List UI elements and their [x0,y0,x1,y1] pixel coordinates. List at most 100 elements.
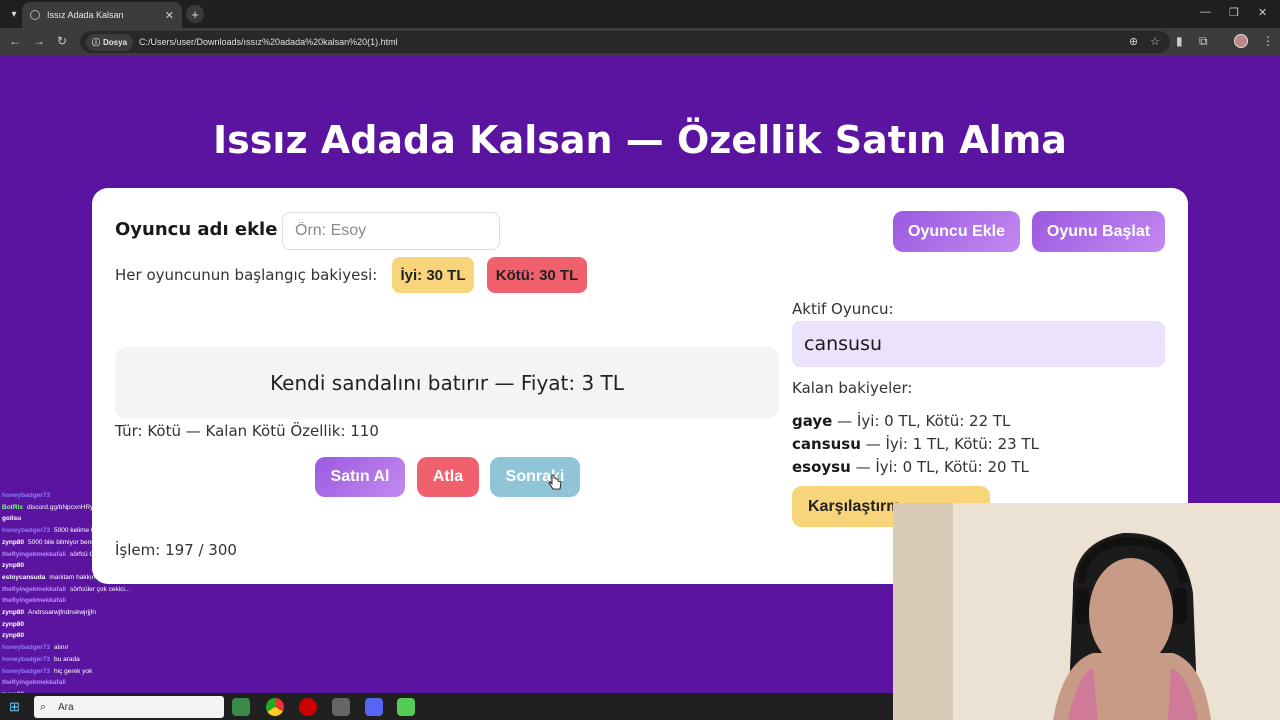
active-player-label: Aktif Oyuncu: [792,300,894,318]
chat-username: honeybadger73 [2,667,51,675]
active-player-name: cansusu [804,333,883,355]
chat-username: theflyingekmekkafali [2,597,66,605]
taskview-icon[interactable] [232,698,250,716]
chat-username: BotRix [2,503,23,511]
maximize-icon[interactable]: ❐ [1229,6,1239,19]
skip-button[interactable]: Atla [417,457,479,497]
balance-player-name: cansusu [792,435,861,453]
balance-row: gaye — İyi: 0 TL, Kötü: 22 TL [792,410,1039,433]
chat-text: manitam hakkında sözgün konuşun maymunsı… [49,573,188,581]
balance-detail: — İyi: 0 TL, Kötü: 20 TL [850,458,1029,476]
bad-balance-badge: Kötü: 30 TL [487,257,587,293]
taskbar-search[interactable]: ⌕ Ara [34,696,224,718]
chat-message: theflyingekmekkafali [2,595,222,607]
chat-username: zynp80 [2,620,25,628]
webcam-overlay [893,503,1280,720]
chat-username: golisu [2,515,22,523]
tab-close-icon[interactable]: ✕ [165,9,174,22]
chat-username: estoycansuda [2,573,46,581]
buy-button[interactable]: Satın Al [315,457,405,497]
next-button[interactable]: Sonraki [490,457,580,497]
streaming-app-icon[interactable] [397,698,415,716]
reload-icon[interactable]: ↻ [57,34,67,48]
chat-username: honeybadger73 [2,527,51,535]
back-arrow-icon[interactable]: ← [9,34,21,48]
player-name-input[interactable] [282,212,500,250]
chat-username: honeybadger73 [2,644,51,652]
chat-text: discord.gg/bNpcxnHRyg [26,503,98,511]
chat-username: theflyingekmekkafali [2,585,66,593]
chat-username: honeybadger73 [2,492,51,499]
chrome-icon[interactable] [266,698,284,716]
chat-text: alınır [54,644,69,652]
opera-icon[interactable] [299,698,317,716]
chat-text: hiç gerek yok [54,667,93,675]
webcam-person-image [893,503,1280,720]
chat-message: honeybadger73 alınır [2,642,222,654]
bookmark-star-icon[interactable]: ☆ [1150,35,1160,48]
start-game-button[interactable]: Oyunu Başlat [1032,211,1165,252]
chat-message: zynp80 Andrssarwjfndnskwjrjjfn [2,607,222,619]
taskbar-search-label: Ara [58,701,74,713]
profile-avatar[interactable] [1234,34,1248,48]
balance-detail: — İyi: 0 TL, Kötü: 22 TL [832,412,1011,430]
browser-tab[interactable]: Issız Adada Kalsan ✕ [22,2,182,28]
chat-message: theflyingekmekkafali sörfcü OHA [2,549,222,561]
tab-favicon-icon [30,10,40,20]
balance-detail: — İyi: 1 TL, Kötü: 23 TL [860,435,1039,453]
site-info-chip[interactable]: ⓘ Dosya [86,33,134,51]
info-icon: ⓘ [92,37,100,47]
active-player-box: cansusu [792,321,1165,367]
chat-username: zynp80 [2,609,25,617]
chat-message: zynp80 [2,619,222,631]
add-player-button[interactable]: Oyuncu Ekle [893,211,1020,252]
balance-player-name: esoysu [792,458,851,476]
chat-text: sörfcüler çok cekici... [69,585,131,593]
menu-kebab-icon[interactable]: ⋮ [1262,34,1274,48]
windows-start-icon[interactable]: ⊞ [9,699,20,715]
chat-message: zynp80 [2,630,222,642]
add-player-label: Oyuncu adı ekle [115,219,278,240]
balance-row: cansusu — İyi: 1 TL, Kötü: 23 TL [792,433,1039,456]
remaining-balances-label: Kalan bakiyeler: [792,379,913,397]
chat-message: honeybadger73 hiç gerek yok [2,666,222,678]
chat-text: 5000 kelime biliyor ateş yakamıyor [54,527,154,535]
zoom-icon[interactable]: ⊕ [1129,35,1138,48]
chat-message: zynp80 5000 bile bilmiyor bence iki [2,537,222,549]
chat-username: zynp80 [2,562,25,570]
chat-message: estoycansuda manitam hakkında sözgün konu… [2,572,222,584]
chat-username: zynp80 [2,538,25,546]
chat-username: theflyingekmekkafali [2,550,66,558]
active-app-icon[interactable] [332,698,350,716]
window-close-icon[interactable]: ✕ [1258,6,1267,19]
feature-card: Kendi sandalını batırır — Fiyat: 3 TL [115,347,779,419]
page-title: Issız Adada Kalsan — Özellik Satın Alma [213,118,1067,162]
forward-arrow-icon[interactable]: → [33,34,45,48]
hand-cursor-icon [548,474,562,490]
chat-message: BotRix discord.gg/bNpcxnHRyg [2,502,222,514]
chat-text: Andrssarwjfndnskwjrjjfn [28,609,96,617]
url-text[interactable]: C:/Users/user/Downloads/ıssız%20adada%20… [139,37,398,47]
chat-text: 5000 bile bilmiyor bence iki [28,538,107,546]
chat-message: theflyingekmekkafali sörfcüler çok cekici… [2,584,222,596]
chat-message: honeybadger73 5000 kelime biliyor ateş ya… [2,525,222,537]
remaining-balances-list: gaye — İyi: 0 TL, Kötü: 22 TL cansusu — … [792,410,1039,479]
minimize-icon[interactable]: — [1200,6,1211,18]
new-tab-button[interactable]: + [186,5,204,23]
good-balance-badge: İyi: 30 TL [392,257,474,293]
chat-message: theflyingekmekkafali [2,677,222,689]
extension-icon[interactable]: ▮ [1176,34,1183,48]
chat-username: theflyingekmekkafali [2,679,66,687]
stream-chat-overlay: honeybadger73 BotRix discord.gg/bNpcxnHRyg… [2,490,222,701]
tab-title: Issız Adada Kalsan [47,10,124,20]
discord-icon[interactable] [365,698,383,716]
browser-toolbar: ← → ↻ ⓘ Dosya C:/Users/user/Downloads/ıss… [0,28,1280,56]
feature-type-line: Tür: Kötü — Kalan Kötü Özellik: 110 [115,422,379,440]
chat-text: bu arada [54,655,80,663]
chat-message: golisu [2,513,222,525]
extensions-puzzle-icon[interactable]: ⧉ [1199,34,1208,49]
address-bar[interactable]: ⓘ Dosya C:/Users/user/Downloads/ıssız%20a… [80,31,1170,53]
chat-username: zynp80 [2,632,25,640]
site-info-label: Dosya [103,37,128,47]
starting-balance-label: Her oyuncunun başlangıç bakiyesi: [115,266,378,284]
